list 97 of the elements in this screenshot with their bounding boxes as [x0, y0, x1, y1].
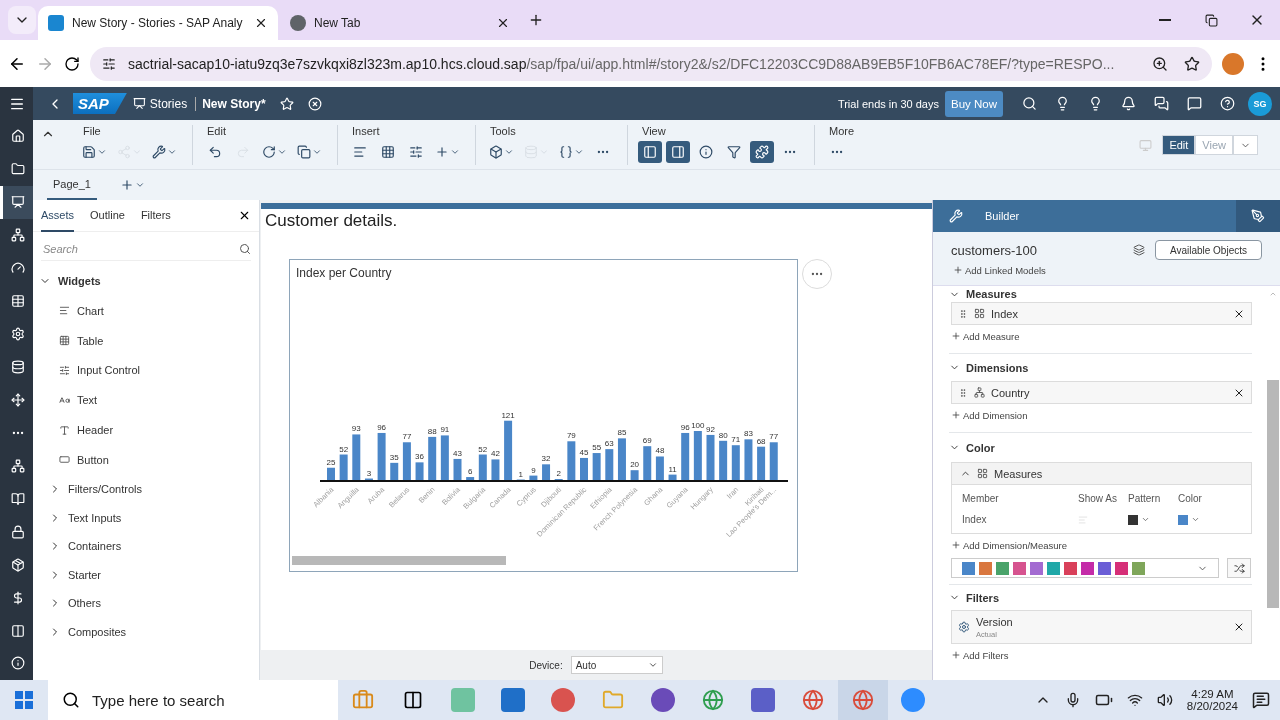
data-label: 80 — [718, 430, 728, 440]
story-title: New Story* — [195, 96, 266, 111]
data-label: 52 — [339, 444, 349, 454]
data-label: 96 — [377, 422, 387, 432]
tree-node[interactable]: Containers — [33, 531, 259, 561]
data-label: 121 — [501, 410, 515, 420]
data-label: 100 — [691, 421, 705, 430]
data-label: 6 — [467, 467, 473, 477]
clock[interactable]: 4:29 AM 8/20/2024 — [1186, 688, 1238, 712]
filter-name: Version — [976, 615, 1014, 628]
column-header: Pattern — [1128, 493, 1162, 504]
breadcrumb-link[interactable]: Stories — [149, 96, 188, 111]
toolbar-group-label: Insert — [351, 125, 381, 137]
add-link[interactable]: Add Measure — [951, 325, 1020, 347]
widget-item[interactable]: Header — [33, 415, 259, 445]
tab-title: New Tab — [314, 16, 362, 30]
data-label: 25 — [326, 457, 336, 467]
data-label: 3 — [366, 468, 372, 478]
toolbar-group-label: More — [828, 125, 855, 137]
data-label: 88 — [427, 426, 437, 436]
data-label: 55 — [592, 443, 602, 453]
color-group-header[interactable]: Measures — [952, 463, 1251, 485]
data-label: 20 — [630, 460, 640, 470]
trial-notice: Trial ends in 30 days — [837, 97, 939, 110]
data-label: 11 — [668, 464, 677, 474]
add-link[interactable]: Add Filters — [951, 644, 1009, 666]
tree-node[interactable]: Others — [33, 588, 259, 618]
tab-title: New Story - Stories - SAP Analy — [72, 16, 244, 30]
taskbar-search-field[interactable]: Type here to search — [90, 690, 320, 710]
widget-item[interactable]: Table — [33, 325, 259, 356]
data-label: 92 — [706, 424, 715, 434]
data-label: 85 — [617, 428, 627, 438]
column-header: Show As — [1078, 493, 1118, 504]
search-field[interactable]: Search — [41, 241, 239, 256]
add-link[interactable]: Add Dimension/Measure — [951, 534, 1068, 556]
data-label: 68 — [756, 436, 766, 446]
data-label: 36 — [415, 452, 424, 462]
address-bar[interactable]: sactrial-sacap10-iatu9zq3e7szvkqxi8zl323m.ap10.hcs.cloud.sap/sap/fpa/ui/app.html#/story2&/s2/DFC12203CC9D88AB9EB5F10FB6AC78EF/?type=RESPO... — [90, 46, 1212, 81]
mode-toggle[interactable]: Edit — [1162, 135, 1196, 155]
dimension-token[interactable]: Country — [951, 381, 1252, 404]
url-text: sactrial-sacap10-iatu9zq3e7szvkqxi8zl323m.ap10.hcs.cloud.sap/sap/fpa/ui/app.html#/story2&/s2/DFC12203CC9D88AB9EB5F10FB6AC78EF/?type=RESPO... — [128, 55, 1115, 72]
data-label: 69 — [642, 436, 652, 446]
data-label: 35 — [389, 452, 399, 462]
toolbar-group-label: Edit — [206, 125, 227, 137]
section-header[interactable]: Measures — [949, 286, 1252, 302]
browser-tab[interactable]: New Story - Stories - SAP Analy — [38, 6, 278, 40]
data-label: 9 — [531, 465, 536, 475]
toolbar-group-label: View — [641, 125, 667, 137]
data-label: 32 — [541, 454, 551, 464]
tree-node[interactable]: Text Inputs — [33, 503, 259, 532]
column-header: Member — [962, 493, 1000, 504]
widget-item[interactable]: Text — [33, 385, 259, 416]
data-label: 1 — [518, 469, 523, 479]
section-header[interactable]: Color — [949, 432, 1252, 462]
member-cell-text: Index — [962, 514, 988, 525]
toolbar-group-label: Tools — [489, 125, 517, 137]
data-label: 79 — [566, 431, 576, 441]
data-label: 91 — [440, 425, 450, 435]
data-label: 52 — [478, 444, 488, 454]
widget-item[interactable]: Input Control — [33, 355, 259, 386]
tree-node[interactable]: Composites — [33, 617, 259, 646]
column-header: Color — [1178, 493, 1203, 504]
tree-node[interactable]: Starter — [33, 560, 259, 589]
widget-item[interactable]: Chart — [33, 296, 259, 326]
data-label: 77 — [402, 432, 412, 442]
data-label: 45 — [579, 447, 589, 457]
data-label: 96 — [680, 422, 690, 432]
data-label: 42 — [491, 449, 500, 459]
buy-now-button[interactable]: Buy Now — [944, 90, 1003, 117]
data-label: 2 — [556, 469, 561, 478]
panel-tab[interactable]: Filters — [140, 199, 171, 232]
panel-tab[interactable]: Outline — [90, 199, 125, 232]
toolbar-group-label: File — [82, 125, 102, 137]
tree-node[interactable]: Widgets — [33, 266, 259, 296]
story-heading: Customer details. — [265, 211, 399, 231]
data-label: 48 — [655, 446, 665, 456]
available-objects-button[interactable]: Available Objects — [1154, 240, 1262, 260]
tree-node[interactable]: Filters/Controls — [33, 474, 259, 504]
builder-title: Builder — [985, 210, 1020, 222]
widget-item[interactable]: Button — [33, 445, 259, 475]
browser-tab[interactable]: New Tab — [280, 6, 520, 40]
sap-logo: SAP — [73, 93, 127, 114]
add-linked-models-link[interactable]: Add Linked Models — [953, 264, 1262, 276]
device-select[interactable]: Auto — [570, 656, 663, 674]
taskbar-search-box[interactable]: Type here to search — [48, 680, 338, 720]
chart-title: Index per Country — [295, 265, 393, 280]
data-label: 43 — [453, 448, 462, 458]
measure-token[interactable]: Index — [951, 302, 1252, 325]
data-label: 83 — [744, 429, 753, 439]
data-label: 93 — [351, 424, 361, 434]
device-label: Device: — [529, 659, 563, 671]
model-name: customers-100 — [951, 242, 1037, 258]
data-label: 63 — [604, 439, 614, 449]
data-label: 77 — [769, 432, 779, 442]
panel-tab[interactable]: Assets — [41, 199, 74, 232]
add-link[interactable]: Add Dimension — [951, 404, 1028, 426]
data-label: 71 — [731, 435, 741, 445]
